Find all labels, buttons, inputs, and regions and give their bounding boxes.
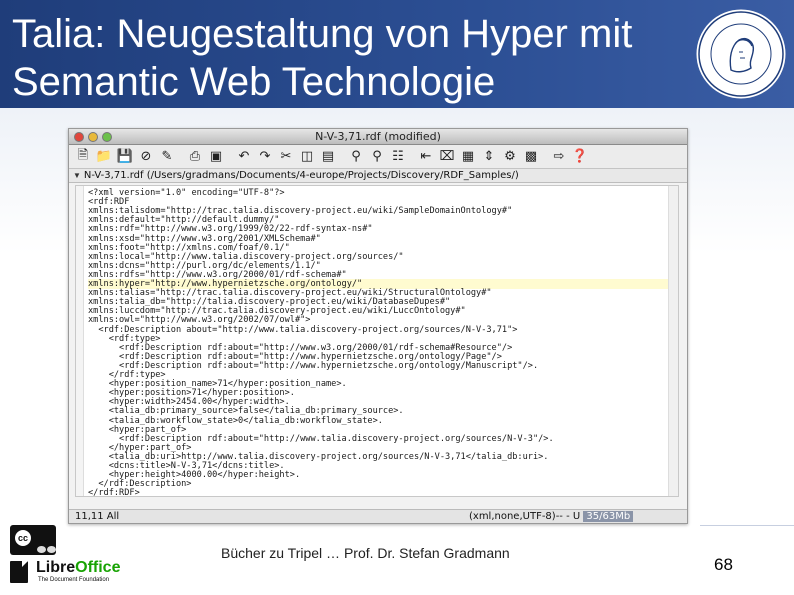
file-path-bar[interactable]: ▼ N-V-3,71.rdf (/Users/gradmans/Document… [69, 169, 687, 183]
slide-footer: Bücher zu Tripel … Prof. Dr. Stefan Grad… [221, 545, 510, 561]
by-icon [37, 546, 46, 553]
libreoffice-logo: LibreOffice [36, 559, 121, 576]
share-icon[interactable]: ⇨ [549, 147, 569, 167]
libreoffice-document-icon [10, 561, 28, 583]
edit-icon[interactable]: ✎ [157, 147, 177, 167]
cc-icon: cc [13, 528, 33, 548]
file-path: N-V-3,71.rdf (/Users/gradmans/Documents/… [83, 170, 519, 181]
options-icon[interactable]: ☷ [388, 147, 408, 167]
paste-icon[interactable]: ▤ [318, 147, 338, 167]
libreoffice-tagline: The Document Foundation [38, 577, 110, 583]
university-seal-icon [696, 9, 786, 99]
slide-title-line-1: Talia: Neugestaltung von Hyper mit [12, 12, 633, 56]
encoding-info: (xml,none,UTF-8)-- - U [469, 511, 581, 522]
find-icon[interactable]: ⚲ [346, 147, 366, 167]
window-title: N-V-3,71.rdf (modified) [315, 130, 441, 143]
save-icon[interactable]: 💾 [115, 147, 135, 167]
vertical-scrollbar[interactable] [668, 186, 678, 496]
open-file-icon[interactable]: 📁 [94, 147, 114, 167]
editor-gutter [76, 186, 84, 496]
code-line: </rdf:RDF> [88, 488, 140, 497]
redo-icon[interactable]: ↷ [255, 147, 275, 167]
split-icon[interactable]: ⇕ [479, 147, 499, 167]
slide-title: Talia: Neugestaltung von Hyper mit Seman… [12, 10, 702, 106]
cut-icon[interactable]: ✂ [276, 147, 296, 167]
cursor-position: 11,11 All [75, 511, 120, 522]
find-replace-icon[interactable]: ⚲ [367, 147, 387, 167]
editor-window: N-V-3,71.rdf (modified) 🗎 📁 💾 ⊘ ✎ ⎙ ▣ ↶ … [68, 128, 688, 524]
slide-header: Talia: Neugestaltung von Hyper mit Seman… [0, 0, 794, 108]
close-all-icon[interactable]: ⌧ [437, 147, 457, 167]
code-editor[interactable]: <?xml version="1.0" encoding="UTF-8"?> <r… [75, 185, 679, 497]
new-file-icon[interactable]: 🗎 [73, 147, 93, 167]
toolbar: 🗎 📁 💾 ⊘ ✎ ⎙ ▣ ↶ ↷ ✂ ◫ ▤ ⚲ ⚲ ☷ ⇤ ⌧ ▦ ⇕ ⚙ … [69, 145, 687, 169]
sa-icon [47, 546, 56, 553]
help-icon[interactable]: ❓ [570, 147, 590, 167]
toggle-icon[interactable]: ▦ [458, 147, 478, 167]
page-number: 68 [714, 555, 733, 574]
close-file-icon[interactable]: ⊘ [136, 147, 156, 167]
undo-icon[interactable]: ↶ [234, 147, 254, 167]
creative-commons-badge: cc [10, 525, 56, 555]
slide-title-line-2: Semantic Web Technologie [12, 60, 496, 104]
buffer-info: (xml,none,UTF-8)-- - U 35/63Mb [469, 511, 634, 522]
window-titlebar: N-V-3,71.rdf (modified) [69, 129, 687, 145]
indent-icon[interactable]: ⇤ [416, 147, 436, 167]
disclosure-triangle-icon[interactable]: ▼ [73, 171, 81, 180]
footer-divider [700, 525, 794, 526]
status-bar: 11,11 All (xml,none,UTF-8)-- - U 35/63Mb [69, 509, 687, 523]
export-icon[interactable]: ▩ [521, 147, 541, 167]
macro-icon[interactable]: ⚙ [500, 147, 520, 167]
print-preview-icon[interactable]: ▣ [206, 147, 226, 167]
print-icon[interactable]: ⎙ [185, 147, 205, 167]
copy-icon[interactable]: ◫ [297, 147, 317, 167]
memory-indicator[interactable]: 35/63Mb [583, 511, 634, 522]
